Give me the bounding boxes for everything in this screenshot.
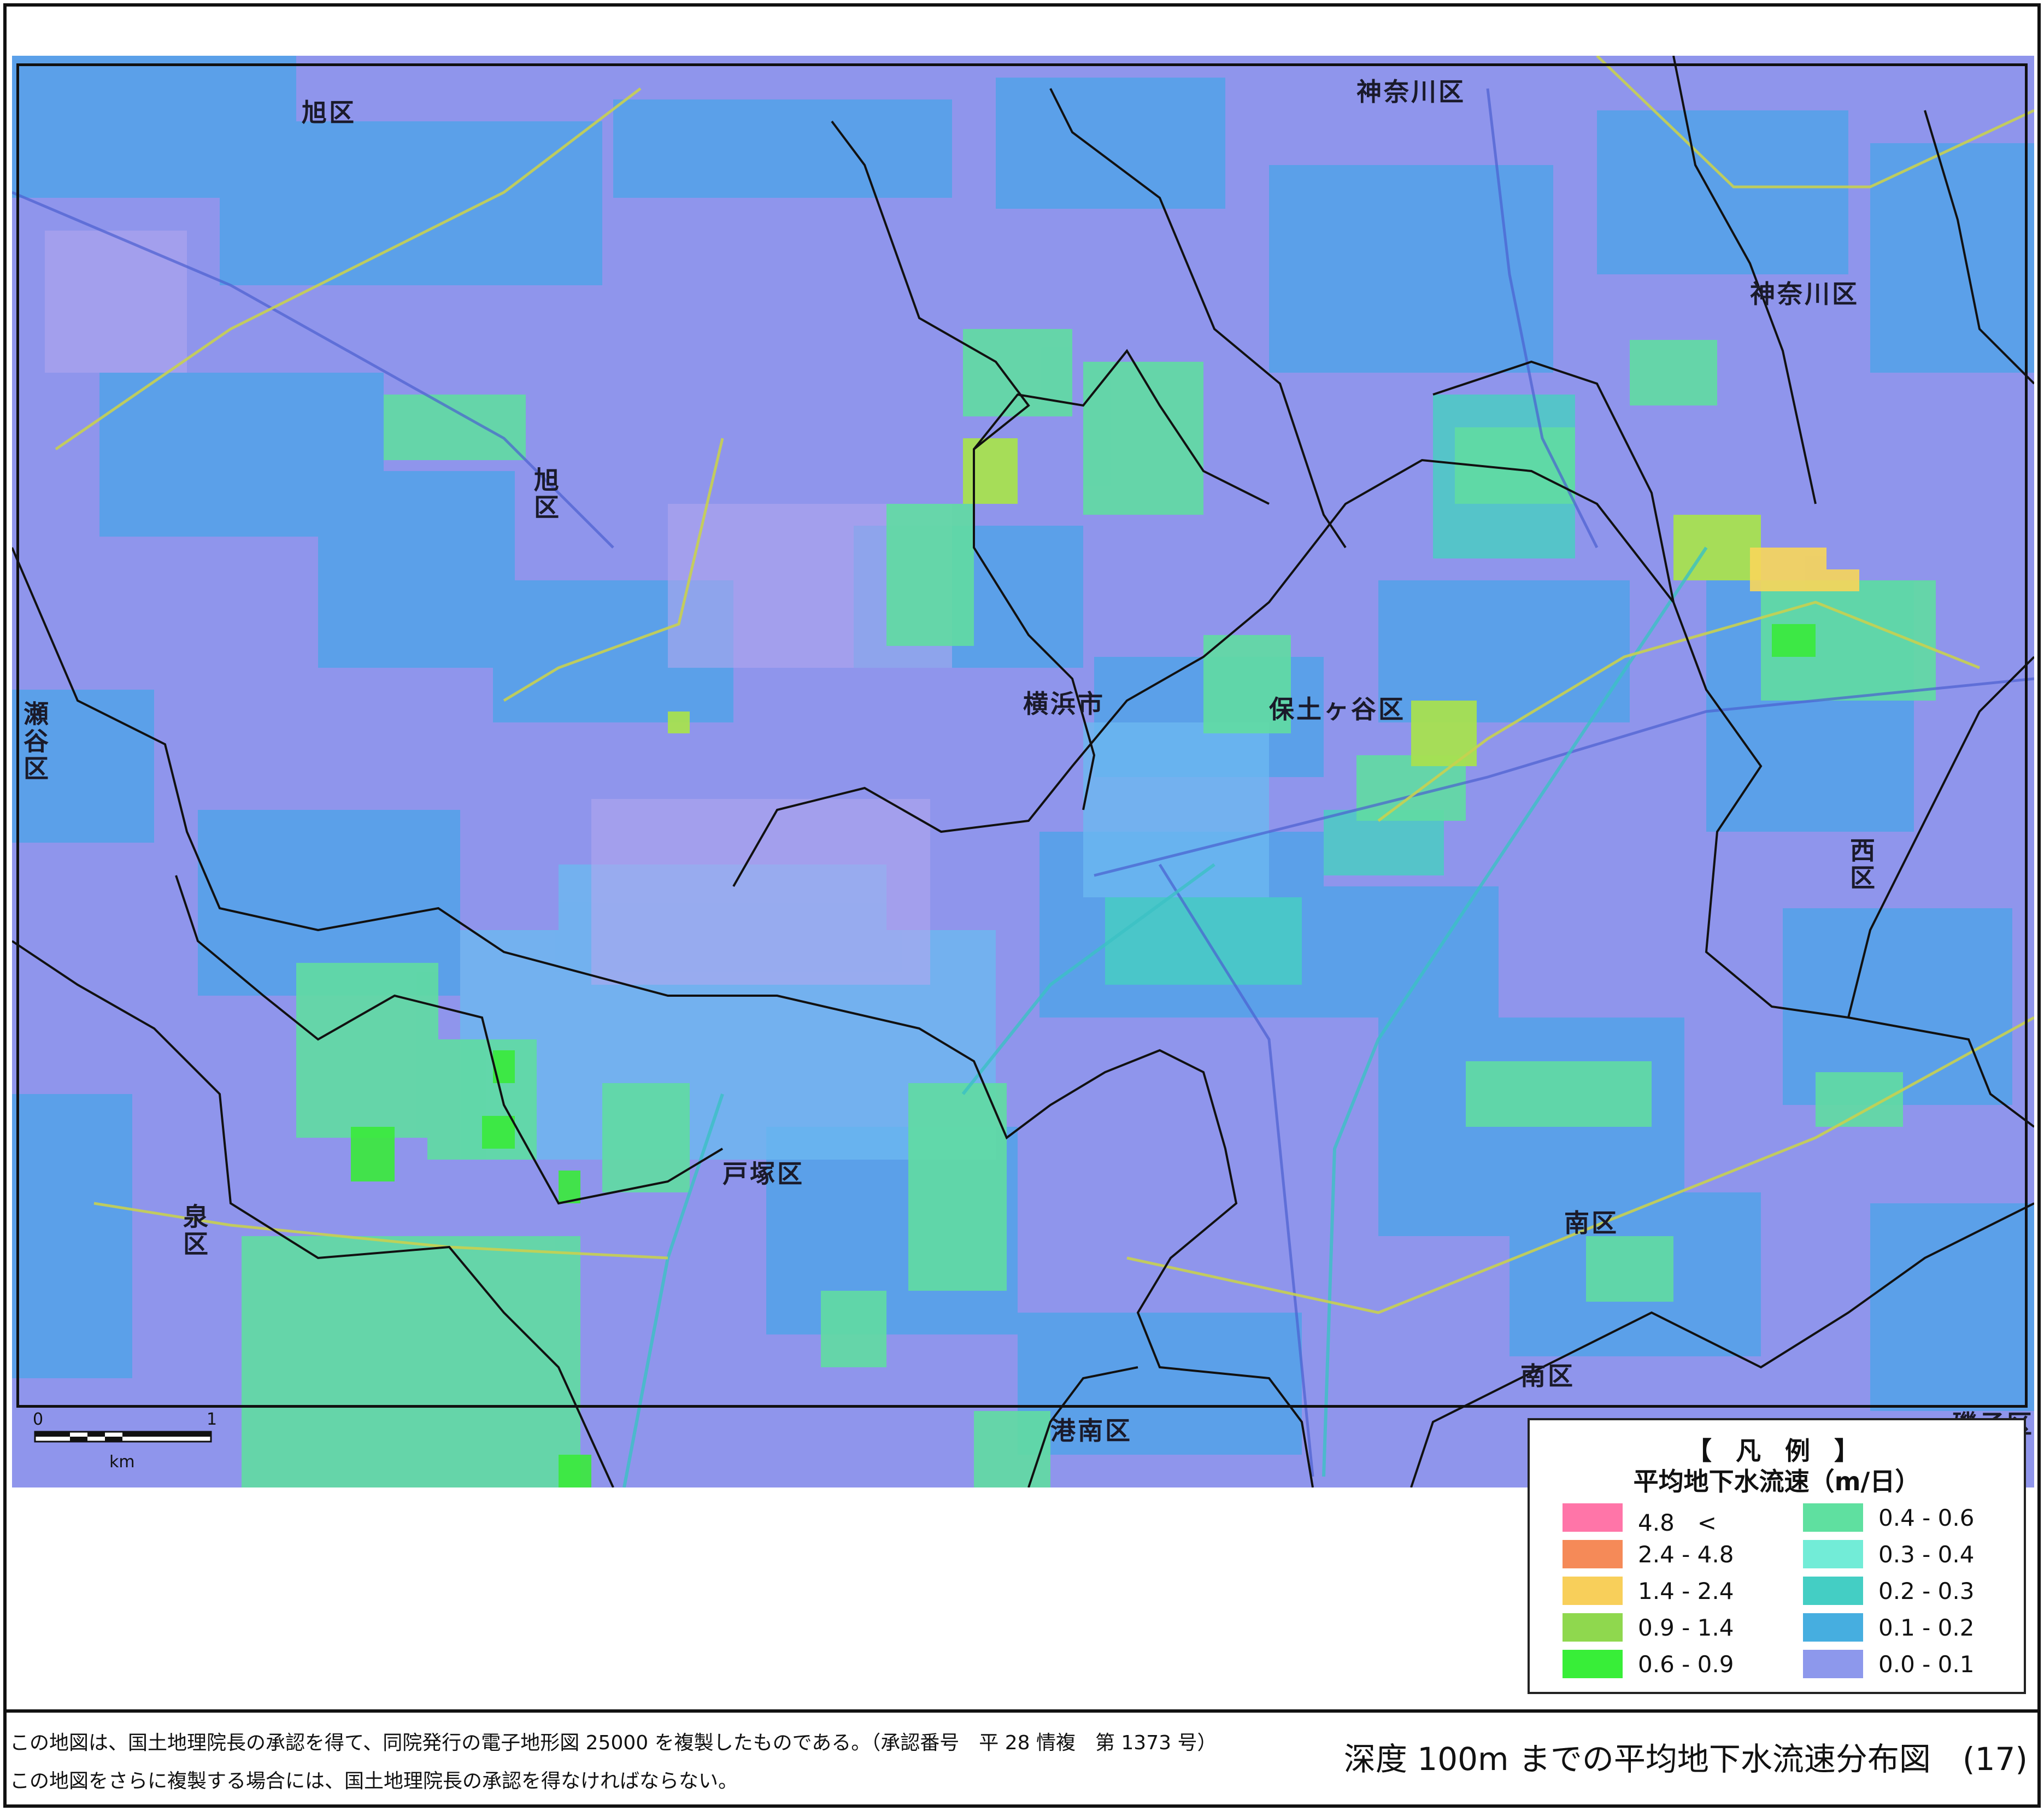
footer-divider [3, 1709, 2041, 1713]
place-label-seya: 瀬谷区 [20, 701, 49, 783]
legend-swatch [1803, 1503, 1863, 1532]
legend-label: 0.0 - 0.1 [1878, 1651, 1975, 1678]
legend-label: 0.2 - 0.3 [1878, 1578, 1975, 1604]
place-label-yokohama: 横浜市 [1023, 689, 1105, 719]
legend-label: 0.9 - 1.4 [1638, 1614, 1734, 1641]
place-label-konan: 港南区 [1050, 1416, 1132, 1445]
legend-label: 0.1 - 0.2 [1878, 1614, 1975, 1641]
scale-bar: 0 1 km [33, 1410, 219, 1472]
legend-label: 0.4 - 0.6 [1878, 1504, 1975, 1531]
scale-zero-label: 0 [33, 1410, 44, 1429]
scale-one-label: 1 [207, 1410, 218, 1429]
legend-swatch [1803, 1577, 1863, 1605]
legend-label: 0.3 - 0.4 [1878, 1541, 1975, 1568]
copyright-note-line1: この地図は、国土地理院長の承認を得て、同院発行の電子地形図 25000 を複製し… [10, 1732, 1217, 1754]
scale-bar-graphic [34, 1431, 212, 1443]
place-label-minami-1: 南区 [1564, 1208, 1619, 1238]
place-label-asahi-top: 旭区 [302, 98, 356, 127]
legend-swatch [1563, 1650, 1623, 1678]
legend-swatch [1803, 1613, 1863, 1642]
legend-label: 0.6 - 0.9 [1638, 1651, 1734, 1678]
legend-swatch [1563, 1503, 1623, 1532]
place-label-hodogaya: 保土ヶ谷区 [1269, 695, 1406, 724]
legend-label: 1.4 - 2.4 [1638, 1578, 1734, 1604]
legend-subtitle: 平均地下水流速（m/日） [1633, 1467, 1920, 1496]
place-label-kanagawa-right: 神奈川区 [1750, 279, 1859, 309]
map-canvas [12, 56, 2034, 1487]
legend-label: 4.8 < [1638, 1509, 1717, 1536]
place-label-asahi-mid: 旭区 [530, 467, 560, 521]
scale-unit-label: km [109, 1453, 135, 1472]
place-label-izumi: 泉区 [179, 1203, 209, 1258]
place-label-totsuka: 戸塚区 [723, 1159, 804, 1189]
legend-swatch [1563, 1577, 1623, 1605]
legend-swatch [1563, 1613, 1623, 1642]
figure-title: 深度 100m までの平均地下水流速分布図 (17) [1343, 1741, 2028, 1778]
groundwater-velocity-map[interactable]: 旭区 旭区 神奈川区 神奈川区 瀬谷区 横浜市 保土ヶ谷区 西区 戸塚区 泉区 … [12, 56, 2034, 1487]
place-label-minami-2: 南区 [1520, 1361, 1575, 1391]
legend-swatch [1563, 1540, 1623, 1568]
place-label-kanagawa-top: 神奈川区 [1356, 77, 1466, 107]
copyright-note-line2: この地図をさらに複製する場合には、国土地理院長の承認を得なければならない。 [10, 1770, 738, 1792]
place-label-nishi: 西区 [1846, 837, 1876, 892]
legend: 【 凡 例 】 平均地下水流速（m/日） 4.8 < 2.4 - 4.8 1.4… [1528, 1418, 2026, 1694]
legend-swatch [1803, 1540, 1863, 1568]
legend-swatch [1803, 1650, 1863, 1678]
legend-label: 2.4 - 4.8 [1638, 1541, 1734, 1568]
